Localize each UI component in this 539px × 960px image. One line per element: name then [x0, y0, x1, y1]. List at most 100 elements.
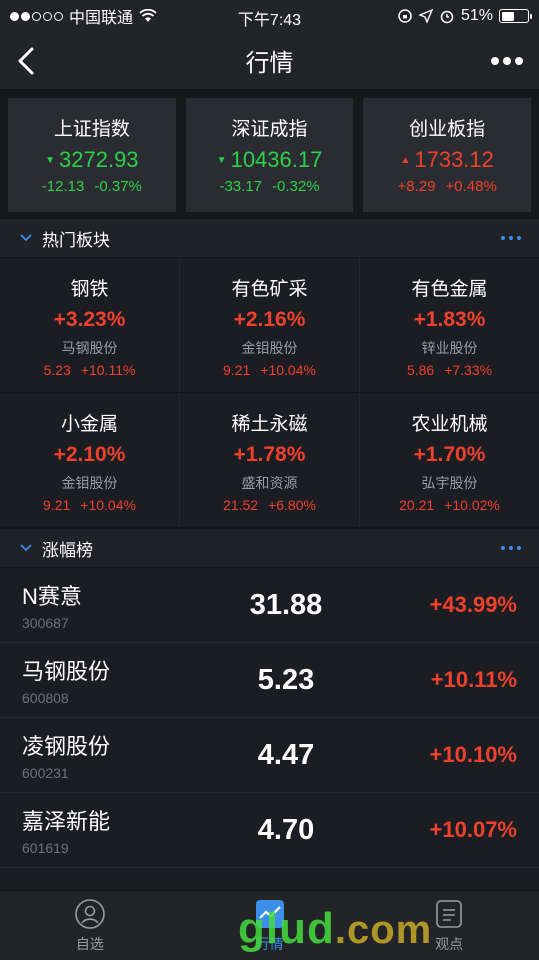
tab-label: 观点 [435, 935, 464, 952]
sector-lead-stock: 弘宇股份 [421, 475, 478, 491]
stock-code: 300687 [22, 615, 69, 631]
table-row[interactable]: 马钢股份 600808 5.23 +10.11% [0, 643, 539, 718]
chevron-down-icon [20, 544, 32, 552]
index-change: +8.29 +0.48% [363, 178, 531, 195]
sector-cell[interactable]: 有色矿采 +2.16% 金钼股份 9.21 +10.04% [180, 258, 360, 392]
gainers-more-button[interactable] [501, 546, 521, 550]
gainers-list: N赛意 300687 31.88 +43.99% 马钢股份 600808 5.2… [0, 568, 539, 868]
more-dot-icon [491, 56, 499, 65]
index-change-abs: -33.17 [219, 178, 263, 195]
back-button[interactable] [16, 46, 46, 76]
sector-name: 小金属 [60, 414, 118, 435]
hot-sectors-title-wrap: 热门板块 [20, 226, 110, 251]
stock-pct: +10.11% [430, 667, 517, 692]
gainers-title: 涨幅榜 [42, 540, 93, 560]
gainers-title-wrap: 涨幅榜 [20, 536, 93, 561]
sector-lead-stock: 锌业股份 [421, 340, 478, 356]
index-name: 上证指数 [53, 119, 130, 140]
stock-code: 600231 [22, 765, 69, 781]
stock-name: 马钢股份 [22, 659, 111, 684]
stock-price: 4.70 [257, 813, 315, 846]
lead-pct: +10.04% [260, 362, 316, 378]
sector-cell[interactable]: 钢铁 +3.23% 马钢股份 5.23 +10.11% [0, 258, 180, 392]
stock-name: 嘉泽新能 [22, 809, 111, 834]
hot-sectors-more-button[interactable] [501, 236, 521, 240]
sector-cell[interactable]: 农业机械 +1.70% 弘宇股份 20.21 +10.02% [360, 393, 539, 527]
index-value: ▼ 3272.93 [8, 147, 176, 173]
sector-cell[interactable]: 小金属 +2.10% 金钼股份 9.21 +10.04% [0, 393, 180, 527]
index-card-shanghai[interactable]: 上证指数 ▼ 3272.93 -12.13 -0.37% [8, 98, 176, 212]
lead-pct: +7.33% [444, 362, 493, 378]
stock-name: N赛意 [22, 584, 82, 609]
status-left: 中国联通 [10, 4, 157, 28]
hot-sectors-title: 热门板块 [42, 230, 110, 250]
tab-opinions[interactable]: 观点 [359, 891, 539, 960]
stock-name: 凌钢股份 [22, 734, 111, 759]
lead-price: 9.21 [43, 497, 71, 513]
index-value: ▲ 1733.12 [363, 147, 531, 173]
tab-market[interactable]: 行情 [180, 891, 360, 960]
status-right: 51% [397, 7, 532, 25]
wifi-icon [139, 9, 157, 22]
sector-lead-stock: 盛和资源 [241, 475, 298, 491]
lead-price: 21.52 [223, 497, 259, 513]
table-row[interactable]: 凌钢股份 600231 4.47 +10.10% [0, 718, 539, 793]
lead-price: 9.21 [223, 362, 251, 378]
sector-name: 钢铁 [70, 279, 109, 300]
index-change-pct: +0.48% [445, 178, 497, 195]
signal-icon [10, 11, 63, 21]
index-value: ▼ 10436.17 [186, 147, 354, 173]
index-value-text: 3272.93 [59, 147, 139, 172]
user-icon [75, 898, 105, 929]
sector-pct: +2.10% [53, 443, 126, 466]
index-change-pct: -0.32% [272, 178, 320, 195]
sector-lead-stock: 马钢股份 [61, 340, 118, 356]
document-icon [436, 899, 462, 928]
more-button[interactable] [491, 56, 523, 65]
sector-lead-stats: 21.52 +6.80% [180, 497, 359, 513]
index-change: -33.17 -0.32% [186, 178, 354, 195]
up-triangle-icon: ▲ [400, 154, 411, 166]
index-card-shenzhen[interactable]: 深证成指 ▼ 10436.17 -33.17 -0.32% [185, 98, 354, 212]
index-change-abs: -12.13 [41, 178, 85, 195]
battery-icon [499, 9, 532, 23]
sector-lead-stats: 9.21 +10.04% [180, 362, 359, 378]
stock-price: 5.23 [257, 663, 315, 696]
lead-pct: +10.04% [80, 497, 136, 513]
down-triangle-icon: ▼ [216, 154, 227, 166]
location-icon [418, 9, 433, 23]
lead-price: 20.21 [399, 497, 435, 513]
chevron-down-icon [20, 234, 32, 242]
sector-pct: +3.23% [53, 308, 126, 331]
hot-sectors-header[interactable]: 热门板块 [0, 218, 539, 258]
sector-cell[interactable]: 稀土永磁 +1.78% 盛和资源 21.52 +6.80% [180, 393, 360, 527]
down-triangle-icon: ▼ [45, 154, 56, 166]
stock-names: 马钢股份 600808 [22, 654, 212, 706]
carrier-label: 中国联通 [69, 10, 134, 27]
gainers-header[interactable]: 涨幅榜 [0, 528, 539, 568]
lead-pct: +6.80% [268, 497, 316, 513]
sector-name: 有色金属 [411, 279, 488, 300]
sector-pct: +2.16% [233, 308, 306, 331]
more-dot-icon [515, 56, 523, 65]
lead-price: 5.23 [43, 362, 71, 378]
index-change-abs: +8.29 [397, 178, 436, 195]
alarm-icon [440, 10, 454, 24]
index-value-text: 1733.12 [414, 147, 494, 172]
stock-code: 600808 [22, 690, 69, 706]
sector-cell[interactable]: 有色金属 +1.83% 锌业股份 5.86 +7.33% [360, 258, 539, 392]
tab-watchlist[interactable]: 自选 [0, 891, 180, 960]
status-bar: 中国联通 下午7:43 51% [0, 0, 539, 32]
tab-label: 行情 [255, 935, 284, 952]
index-card-chinext[interactable]: 创业板指 ▲ 1733.12 +8.29 +0.48% [363, 98, 532, 212]
table-row[interactable]: N赛意 300687 31.88 +43.99% [0, 568, 539, 643]
more-dot-icon [503, 56, 511, 65]
lead-pct: +10.02% [444, 497, 500, 513]
sector-pct: +1.70% [413, 443, 486, 466]
table-row[interactable]: 嘉泽新能 601619 4.70 +10.07% [0, 793, 539, 868]
sector-name: 有色矿采 [231, 279, 308, 300]
tab-label: 自选 [75, 935, 104, 952]
stock-names: 嘉泽新能 601619 [22, 804, 212, 856]
stock-names: 凌钢股份 600231 [22, 729, 212, 781]
sector-name: 农业机械 [411, 414, 488, 435]
